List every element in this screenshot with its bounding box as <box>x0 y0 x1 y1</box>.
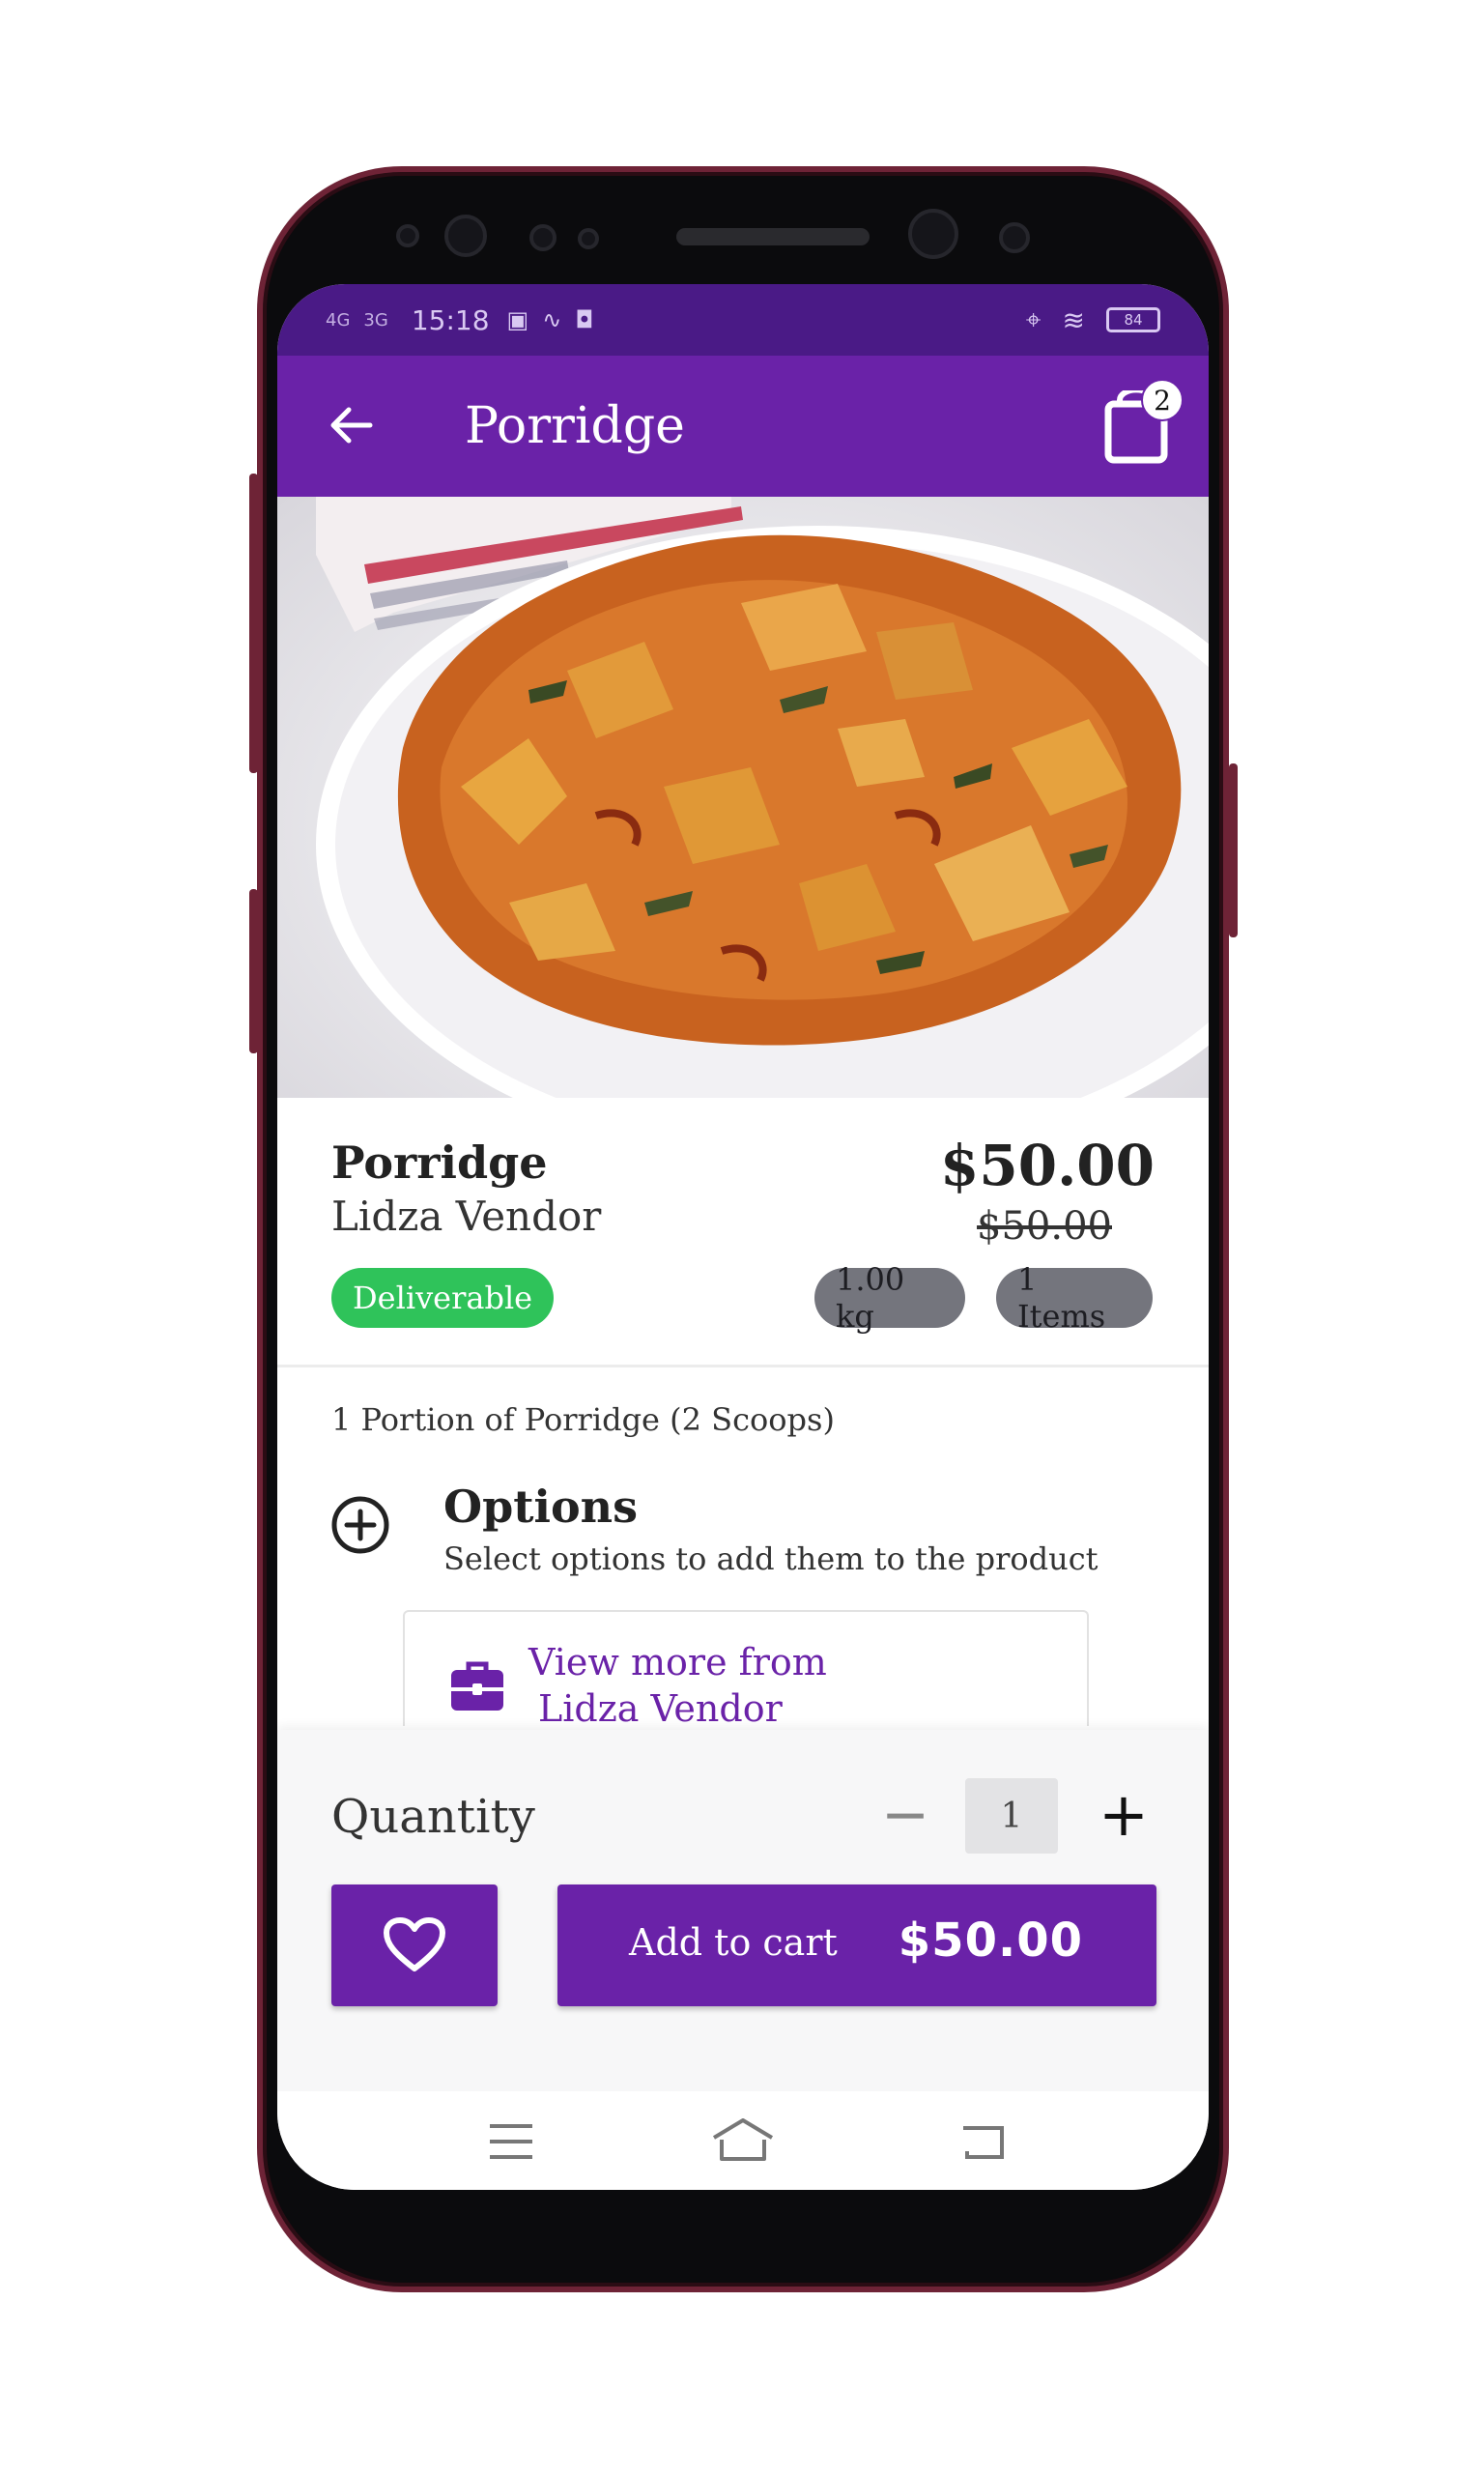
app-bar: Porridge 2 <box>277 356 1209 497</box>
product-price: $50.00 <box>940 1133 1155 1198</box>
chart-icon: ∿ <box>542 306 562 333</box>
status-bar: 4G 3G 15:18 ▣ ∿ ◘ ⌖ ≋ 84 <box>277 284 1209 356</box>
product-name: Porridge <box>331 1136 548 1189</box>
view-vendor-line1: View more from <box>528 1641 827 1683</box>
product-image <box>277 497 1209 1098</box>
front-sensor <box>529 224 556 251</box>
add-to-cart-amount: $50.00 <box>898 1913 1083 1968</box>
wifi-icon: ≋ <box>1062 303 1085 336</box>
deliverable-badge: Deliverable <box>331 1268 555 1328</box>
porridge-illustration <box>316 497 1209 1098</box>
front-sensor <box>396 224 419 247</box>
view-vendor-line2: Lidza Vendor <box>538 1687 783 1726</box>
quantity-decrease-button[interactable]: − <box>876 1786 934 1844</box>
front-sensor <box>578 228 599 249</box>
briefcase-icon <box>451 1661 503 1711</box>
location-icon: ⌖ <box>1025 303 1042 335</box>
back-icon[interactable] <box>959 2124 1008 2163</box>
add-to-cart-button[interactable]: Add to cart $50.00 <box>557 1884 1156 2006</box>
phone-earpiece <box>676 228 870 245</box>
front-camera <box>908 209 958 259</box>
view-vendor-text: View more from Lidza Vendor <box>528 1639 827 1726</box>
notification-icon: ◘ <box>575 306 594 333</box>
quantity-input[interactable]: 1 <box>965 1778 1058 1854</box>
home-icon[interactable] <box>712 2118 774 2161</box>
cart-count-badge: 2 <box>1141 379 1184 421</box>
options-title: Options <box>443 1481 638 1533</box>
product-old-price: $50.00 <box>977 1204 1112 1249</box>
quantity-label: Quantity <box>331 1790 535 1844</box>
weight-badge: 1.00 kg <box>814 1261 965 1335</box>
system-nav-bar <box>277 2091 1209 2190</box>
battery-level: 84 <box>1124 311 1143 329</box>
divider <box>277 1365 1209 1367</box>
phone-side-button <box>1229 763 1238 937</box>
battery-icon: 84 <box>1106 307 1160 332</box>
options-subtitle: Select options to add them to the produc… <box>443 1540 1099 1577</box>
items-badge: 1 Items <box>996 1261 1153 1335</box>
cart-button[interactable]: 2 <box>1102 379 1184 466</box>
back-arrow-icon <box>330 407 373 444</box>
heart-icon <box>384 1917 445 1971</box>
front-sensor <box>444 215 487 257</box>
facebook-icon: ▣ <box>506 306 529 333</box>
product-description: 1 Portion of Porridge (2 Scoops) <box>331 1401 835 1438</box>
page-title: Porridge <box>465 397 685 455</box>
favorite-button[interactable] <box>331 1884 498 2006</box>
plus-circle-icon[interactable] <box>329 1494 391 1556</box>
back-button[interactable] <box>320 394 382 456</box>
add-to-cart-label: Add to cart <box>629 1921 838 1964</box>
bottom-action-panel: Quantity − 1 + Add to cart $50.00 <box>277 1730 1209 2091</box>
front-sensor <box>999 222 1030 253</box>
status-time: 15:18 <box>411 303 490 336</box>
view-vendor-link[interactable]: View more from Lidza Vendor <box>403 1610 1089 1726</box>
quantity-increase-button[interactable]: + <box>1095 1785 1153 1845</box>
menu-icon[interactable] <box>488 2122 534 2161</box>
phone-side-button <box>249 889 258 1053</box>
app-screen: 4G 3G 15:18 ▣ ∿ ◘ ⌖ ≋ 84 Porridge 2 Porr… <box>277 284 1209 2190</box>
phone-side-button <box>249 474 258 773</box>
vendor-name: Lidza Vendor <box>331 1193 602 1240</box>
signal-indicator: 4G <box>326 309 351 331</box>
signal-indicator: 3G <box>363 309 388 331</box>
